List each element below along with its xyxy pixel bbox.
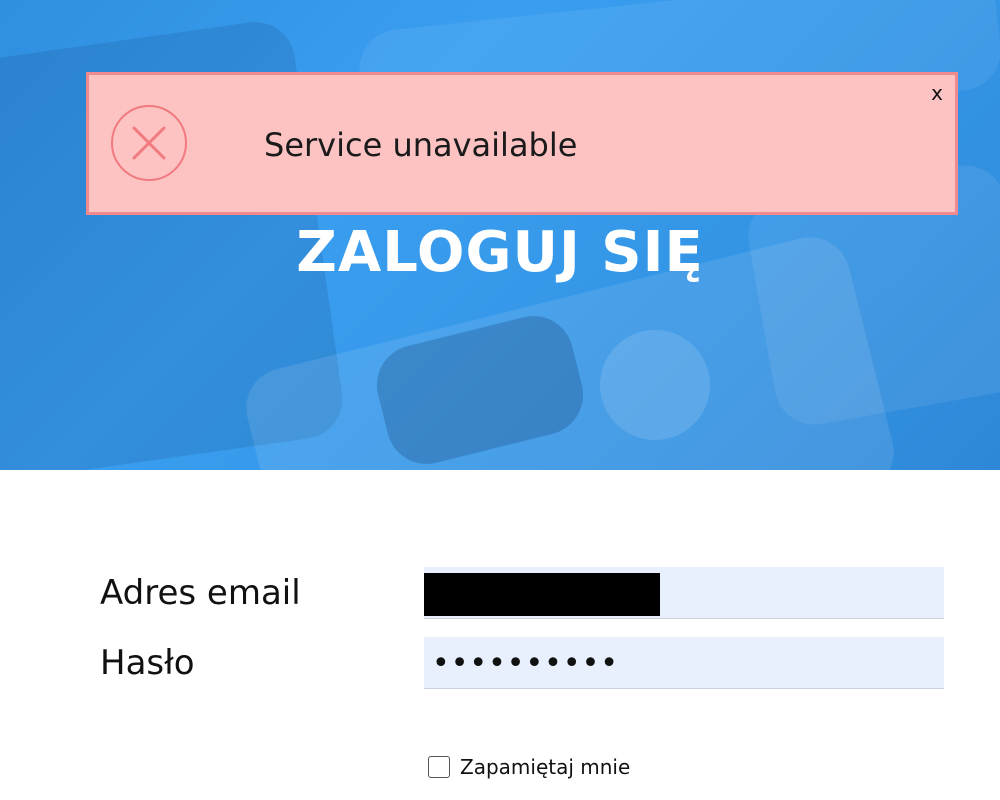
alert-close-button[interactable]: x xyxy=(931,81,943,105)
redacted-email-value xyxy=(424,573,660,616)
remember-label: Zapamiętaj mnie xyxy=(460,755,631,779)
hero-banner: ZALOGUJ SIĘ xyxy=(0,0,1000,470)
error-alert: Service unavailable x xyxy=(86,72,958,215)
page-title: ZALOGUJ SIĘ xyxy=(296,220,704,285)
background-photo-shape xyxy=(600,330,710,440)
password-label: Hasło xyxy=(100,643,195,683)
email-label: Adres email xyxy=(100,573,301,613)
error-x-circle-icon xyxy=(111,105,187,181)
alert-message: Service unavailable xyxy=(264,126,578,164)
password-field[interactable] xyxy=(424,637,944,689)
remember-me[interactable]: Zapamiętaj mnie xyxy=(428,755,630,779)
remember-checkbox[interactable] xyxy=(428,756,450,778)
